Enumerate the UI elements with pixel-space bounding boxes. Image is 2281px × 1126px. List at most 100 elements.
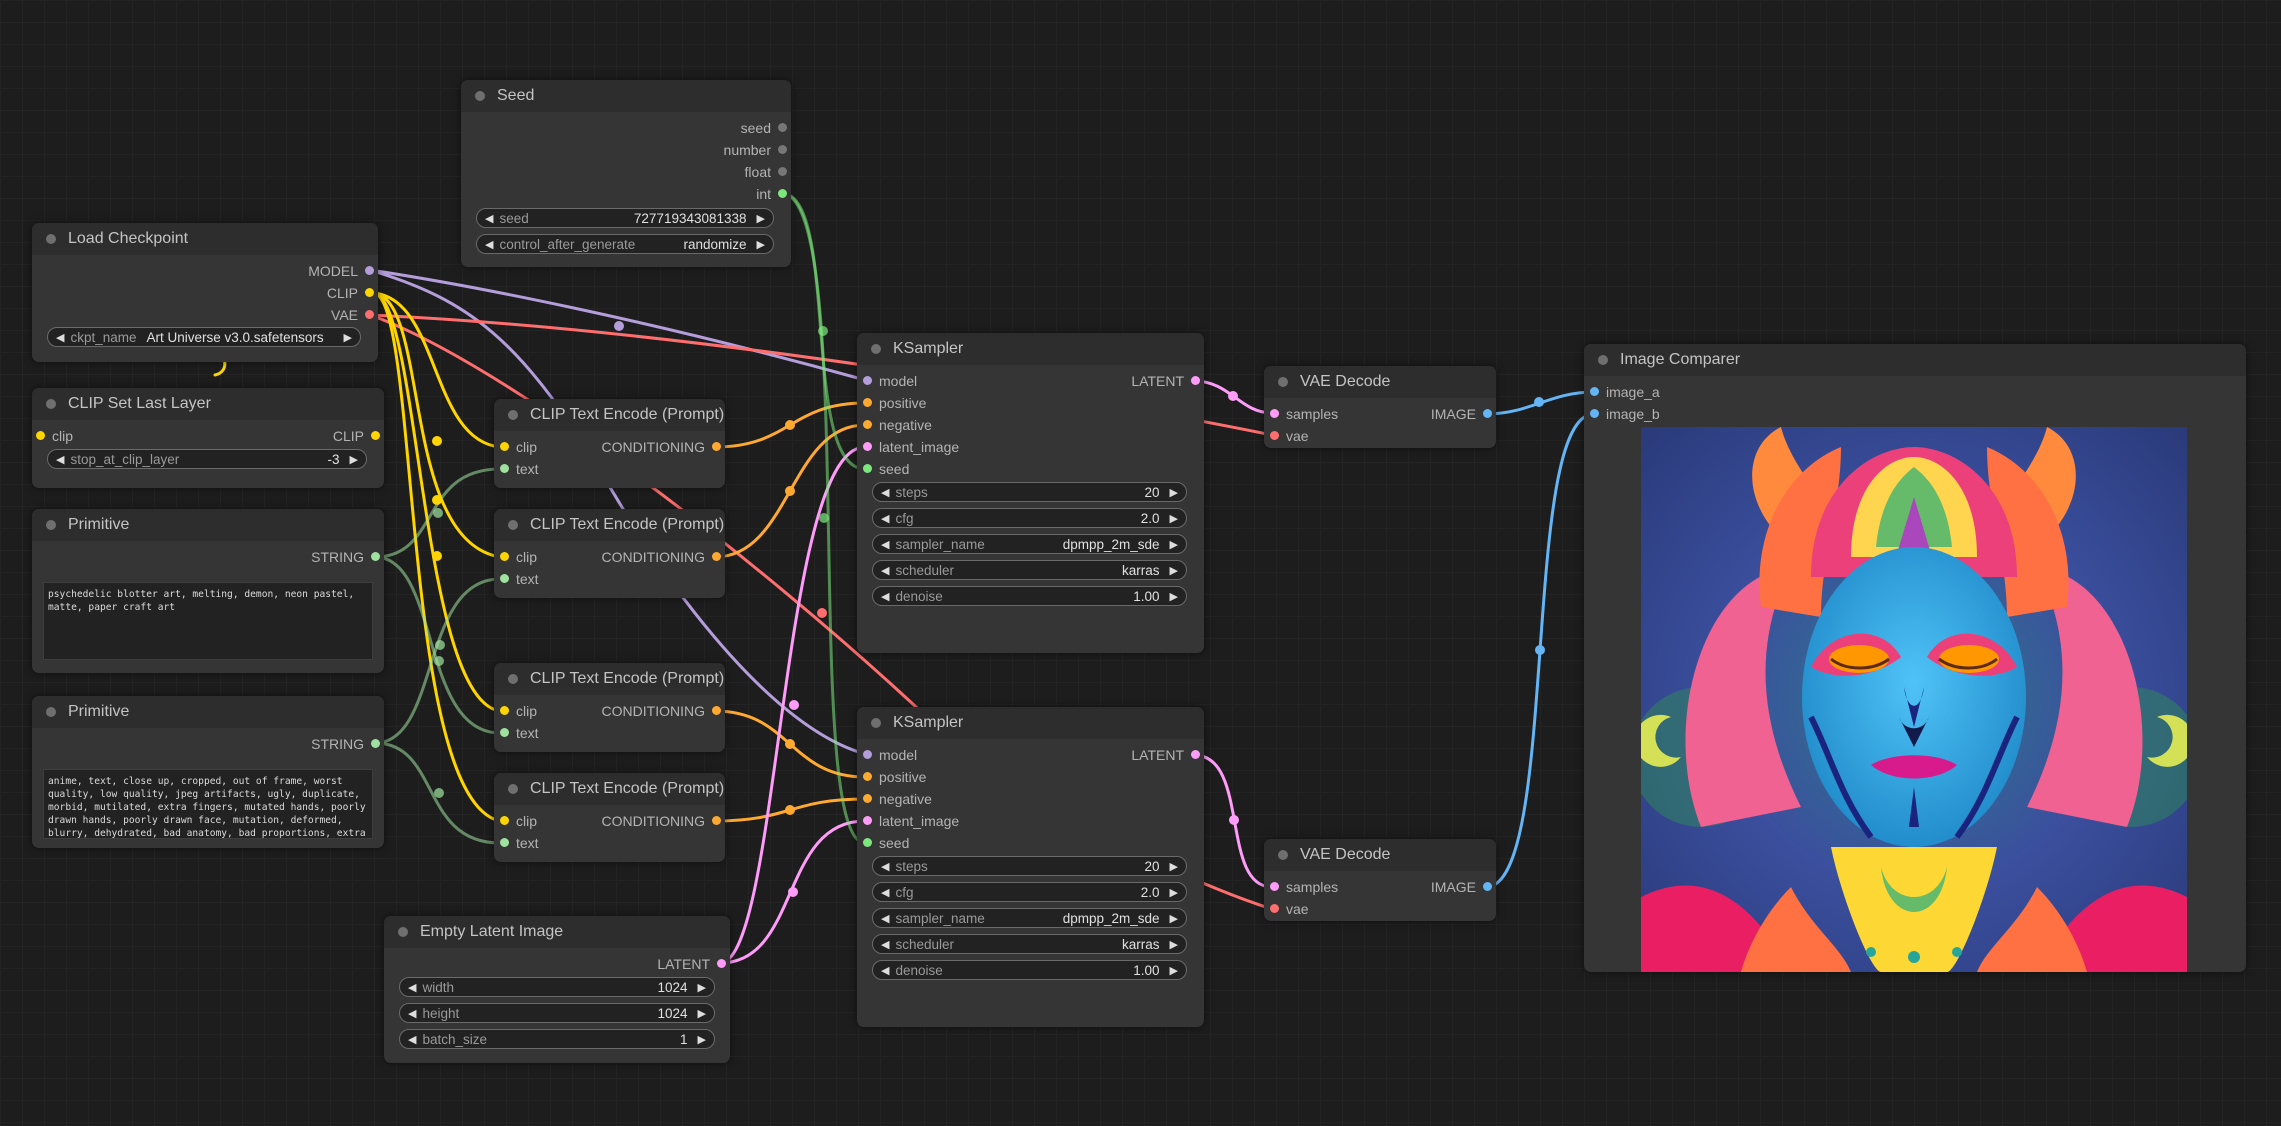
collapse-dot[interactable] xyxy=(398,927,408,937)
input-clip[interactable]: clip xyxy=(500,549,537,565)
output-pin[interactable] xyxy=(1483,409,1492,418)
input-image-a[interactable]: image_a xyxy=(1590,384,1660,400)
output-latent[interactable]: LATENT xyxy=(657,956,726,972)
arrow-left-icon[interactable]: ◀ xyxy=(408,1007,416,1020)
input-vae[interactable]: vae xyxy=(1270,901,1309,917)
output-pin[interactable] xyxy=(712,552,721,561)
output-pin[interactable] xyxy=(712,816,721,825)
collapse-dot[interactable] xyxy=(475,91,485,101)
node-header[interactable]: KSampler xyxy=(857,333,1204,365)
arrow-left-icon[interactable]: ◀ xyxy=(881,512,889,525)
output-pin[interactable] xyxy=(1191,376,1200,385)
batch-size-widget[interactable]: ◀ batch_size 1 ▶ xyxy=(399,1029,715,1049)
vae-decode-node-1[interactable]: VAE Decode samples vae IMAGE xyxy=(1264,366,1496,448)
arrow-left-icon[interactable]: ◀ xyxy=(56,331,64,344)
input-pin[interactable] xyxy=(500,574,509,583)
output-pin[interactable] xyxy=(1483,882,1492,891)
input-clip[interactable]: clip xyxy=(500,703,537,719)
ksampler-node-1[interactable]: KSampler model positive negative latent_… xyxy=(857,333,1204,653)
input-samples[interactable]: samples xyxy=(1270,406,1338,422)
output-pin[interactable] xyxy=(1191,750,1200,759)
input-negative[interactable]: negative xyxy=(863,791,932,807)
input-pin[interactable] xyxy=(1270,882,1279,891)
positive-prompt-textarea[interactable]: psychedelic blotter art, melting, demon,… xyxy=(43,582,373,660)
arrow-left-icon[interactable]: ◀ xyxy=(881,938,889,951)
arrow-right-icon[interactable]: ▶ xyxy=(1170,912,1178,925)
node-header[interactable]: Load Checkpoint xyxy=(32,223,378,255)
cfg-widget[interactable]: ◀ cfg 2.0 ▶ xyxy=(872,508,1187,528)
collapse-dot[interactable] xyxy=(46,707,56,717)
scheduler-widget[interactable]: ◀ scheduler karras ▶ xyxy=(872,560,1187,580)
input-pin[interactable] xyxy=(863,772,872,781)
arrow-right-icon[interactable]: ▶ xyxy=(1170,964,1178,977)
output-image[interactable]: IMAGE xyxy=(1431,879,1492,895)
control-after-generate-widget[interactable]: ◀ control_after_generate randomize ▶ xyxy=(476,234,774,254)
arrow-left-icon[interactable]: ◀ xyxy=(881,538,889,551)
output-pin[interactable] xyxy=(778,145,787,154)
arrow-right-icon[interactable]: ▶ xyxy=(1170,590,1178,603)
output-string[interactable]: STRING xyxy=(311,736,380,752)
arrow-right-icon[interactable]: ▶ xyxy=(698,1007,706,1020)
arrow-right-icon[interactable]: ▶ xyxy=(757,212,765,225)
output-pin[interactable] xyxy=(778,167,787,176)
input-pin[interactable] xyxy=(863,838,872,847)
clip-text-encode-node-4[interactable]: CLIP Text Encode (Prompt) clip text COND… xyxy=(494,773,725,862)
input-pin[interactable] xyxy=(863,750,872,759)
output-image[interactable]: IMAGE xyxy=(1431,406,1492,422)
input-text[interactable]: text xyxy=(500,571,539,587)
sampler-name-widget[interactable]: ◀ sampler_name dpmpp_2m_sde ▶ xyxy=(872,908,1187,928)
output-pin[interactable] xyxy=(365,266,374,275)
output-pin[interactable] xyxy=(371,552,380,561)
output-latent[interactable]: LATENT xyxy=(1131,373,1200,389)
input-latent-image[interactable]: latent_image xyxy=(863,813,959,829)
output-float[interactable]: float xyxy=(745,164,787,180)
arrow-right-icon[interactable]: ▶ xyxy=(1170,512,1178,525)
arrow-right-icon[interactable]: ▶ xyxy=(344,331,352,344)
input-text[interactable]: text xyxy=(500,725,539,741)
width-widget[interactable]: ◀ width 1024 ▶ xyxy=(399,977,715,997)
output-latent[interactable]: LATENT xyxy=(1131,747,1200,763)
collapse-dot[interactable] xyxy=(508,784,518,794)
input-pin[interactable] xyxy=(1270,431,1279,440)
arrow-left-icon[interactable]: ◀ xyxy=(881,590,889,603)
collapse-dot[interactable] xyxy=(46,234,56,244)
input-pin[interactable] xyxy=(500,728,509,737)
input-pin[interactable] xyxy=(500,442,509,451)
height-widget[interactable]: ◀ height 1024 ▶ xyxy=(399,1003,715,1023)
node-header[interactable]: VAE Decode xyxy=(1264,366,1496,398)
output-conditioning[interactable]: CONDITIONING xyxy=(602,549,721,565)
output-pin[interactable] xyxy=(712,442,721,451)
arrow-left-icon[interactable]: ◀ xyxy=(881,886,889,899)
node-header[interactable]: KSampler xyxy=(857,707,1204,739)
ksampler-node-2[interactable]: KSampler model positive negative latent_… xyxy=(857,707,1204,1027)
output-int[interactable]: int xyxy=(756,186,787,202)
node-header[interactable]: Primitive xyxy=(32,696,384,728)
input-pin[interactable] xyxy=(863,398,872,407)
input-vae[interactable]: vae xyxy=(1270,428,1309,444)
node-header[interactable]: Primitive xyxy=(32,509,384,541)
input-model[interactable]: model xyxy=(863,373,917,389)
input-samples[interactable]: samples xyxy=(1270,879,1338,895)
collapse-dot[interactable] xyxy=(1278,377,1288,387)
output-conditioning[interactable]: CONDITIONING xyxy=(602,439,721,455)
vae-decode-node-2[interactable]: VAE Decode samples vae IMAGE xyxy=(1264,839,1496,921)
arrow-right-icon[interactable]: ▶ xyxy=(1170,938,1178,951)
collapse-dot[interactable] xyxy=(508,410,518,420)
output-pin[interactable] xyxy=(717,959,726,968)
arrow-left-icon[interactable]: ◀ xyxy=(881,486,889,499)
steps-widget[interactable]: ◀ steps 20 ▶ xyxy=(872,856,1187,876)
node-header[interactable]: Empty Latent Image xyxy=(384,916,730,948)
arrow-left-icon[interactable]: ◀ xyxy=(485,212,493,225)
collapse-dot[interactable] xyxy=(46,520,56,530)
collapse-dot[interactable] xyxy=(508,674,518,684)
output-pin[interactable] xyxy=(778,189,787,198)
node-header[interactable]: Image Comparer xyxy=(1584,344,2246,376)
node-header[interactable]: VAE Decode xyxy=(1264,839,1496,871)
arrow-left-icon[interactable]: ◀ xyxy=(881,860,889,873)
arrow-right-icon[interactable]: ▶ xyxy=(1170,860,1178,873)
arrow-right-icon[interactable]: ▶ xyxy=(1170,486,1178,499)
input-positive[interactable]: positive xyxy=(863,769,926,785)
scheduler-widget[interactable]: ◀ scheduler karras ▶ xyxy=(872,934,1187,954)
input-clip[interactable]: clip xyxy=(36,428,73,444)
collapse-dot[interactable] xyxy=(871,718,881,728)
